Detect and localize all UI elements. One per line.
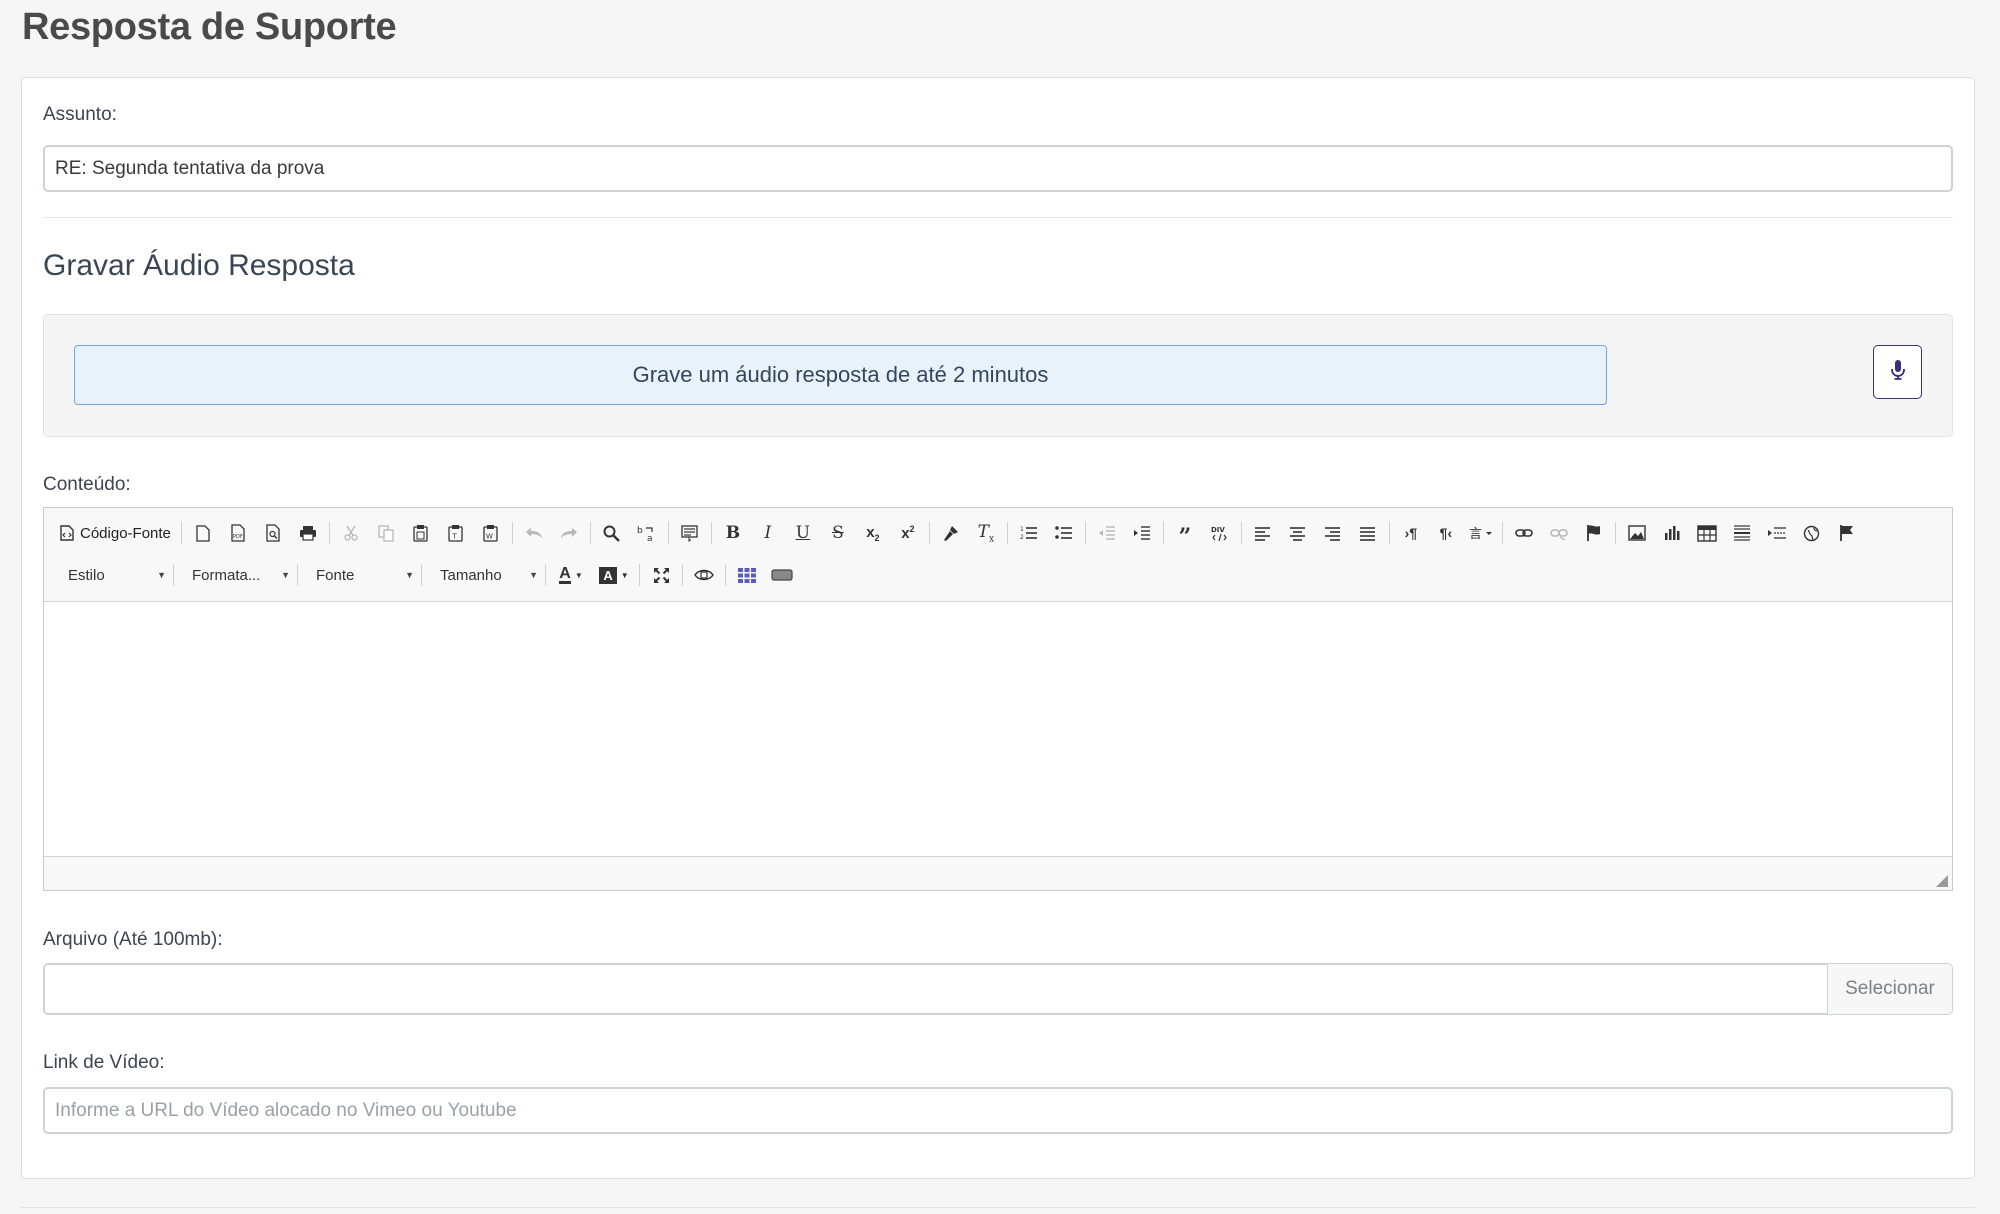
video-link-label: Link de Vídeo:: [43, 1052, 165, 1073]
section-divider: [43, 217, 1953, 218]
audio-recorder-panel: Grave um áudio resposta de até 2 minutos: [43, 314, 1953, 437]
find-icon[interactable]: [597, 518, 627, 548]
paste-icon[interactable]: [406, 518, 436, 548]
show-blocks-icon[interactable]: [689, 560, 719, 590]
align-left-icon[interactable]: [1248, 518, 1278, 548]
replace-icon[interactable]: ba: [632, 518, 662, 548]
bold-icon[interactable]: B: [718, 518, 748, 548]
caret-down-icon: ▼: [281, 570, 290, 580]
svg-text:W: W: [486, 533, 493, 541]
caret-down-icon: ▼: [405, 570, 414, 580]
print-icon[interactable]: [293, 518, 323, 548]
input-field-icon[interactable]: [767, 560, 797, 590]
source-button[interactable]: Código-Fonte: [56, 518, 175, 548]
rtl-icon[interactable]: ¶‹: [1431, 518, 1461, 548]
svg-text:PDF: PDF: [233, 534, 243, 540]
superscript-icon[interactable]: x2: [893, 518, 923, 548]
source-label: Código-Fonte: [80, 524, 171, 542]
microphone-icon: [1890, 359, 1905, 385]
table-icon[interactable]: [1692, 518, 1722, 548]
maximize-icon[interactable]: [646, 560, 676, 590]
svg-text:b: b: [637, 526, 643, 536]
language-icon[interactable]: 言: [1466, 518, 1496, 548]
editor-toolbar: Código-Fonte PDF T W ba B I U S x2 x2 Tx…: [44, 508, 1952, 602]
undo-icon[interactable]: [519, 518, 549, 548]
svg-text:2: 2: [1020, 534, 1024, 541]
support-reply-card: Assunto: RE: Segunda tentativa da prova …: [21, 77, 1975, 1179]
numbered-list-icon[interactable]: 12: [1014, 518, 1044, 548]
page-title: Resposta de Suporte: [22, 6, 397, 48]
paste-word-icon[interactable]: W: [476, 518, 506, 548]
copy-format-icon[interactable]: [936, 518, 966, 548]
caret-down-icon: ▼: [529, 570, 538, 580]
resize-handle-icon[interactable]: [1936, 874, 1948, 887]
file-label: Arquivo (Até 100mb):: [43, 929, 223, 950]
chart-icon[interactable]: [1657, 518, 1687, 548]
svg-text:a: a: [647, 534, 653, 542]
file-upload-group: Selecionar: [43, 963, 1953, 1015]
text-color-icon[interactable]: A ▼: [552, 560, 590, 590]
unlink-icon[interactable]: [1544, 518, 1574, 548]
rich-text-editor: Código-Fonte PDF T W ba B I U S x2 x2 Tx…: [43, 507, 1953, 891]
source-icon: [60, 525, 74, 541]
flag-icon[interactable]: [1832, 518, 1862, 548]
svg-text:言: 言: [1469, 527, 1482, 541]
outdent-icon[interactable]: [1092, 518, 1122, 548]
preview-icon[interactable]: [258, 518, 288, 548]
toolbar-row-1: Código-Fonte PDF T W ba B I U S x2 x2 Tx…: [56, 516, 1867, 550]
audio-info-message: Grave um áudio resposta de até 2 minutos: [74, 345, 1607, 405]
redo-icon[interactable]: [554, 518, 584, 548]
editor-content-area[interactable]: [44, 603, 1952, 856]
export-pdf-icon[interactable]: PDF: [223, 518, 253, 548]
page-footer-divider: [21, 1207, 1975, 1208]
horizontal-rule-icon[interactable]: [1727, 518, 1757, 548]
font-combo[interactable]: Fonte ▼: [304, 561, 420, 589]
paste-text-icon[interactable]: T: [441, 518, 471, 548]
link-icon[interactable]: [1509, 518, 1539, 548]
align-right-icon[interactable]: [1318, 518, 1348, 548]
editor-status-bar: [44, 856, 1952, 890]
file-path-input[interactable]: [43, 963, 1827, 1015]
iframe-icon[interactable]: [1797, 518, 1827, 548]
subject-label: Assunto:: [43, 104, 117, 125]
new-page-icon[interactable]: [188, 518, 218, 548]
size-combo[interactable]: Tamanho ▼: [428, 561, 544, 589]
svg-text:DIV: DIV: [1211, 526, 1225, 534]
anchor-icon[interactable]: [1579, 518, 1609, 548]
select-all-icon[interactable]: [675, 518, 705, 548]
page-break-icon[interactable]: [1762, 518, 1792, 548]
italic-icon[interactable]: I: [753, 518, 783, 548]
toolbar-row-2: Estilo ▼ Formata... ▼ Fonte ▼ Tamanho ▼ A ▼ A…: [56, 558, 802, 592]
remove-format-icon[interactable]: Tx: [971, 518, 1001, 548]
indent-icon[interactable]: [1127, 518, 1157, 548]
copy-icon[interactable]: [371, 518, 401, 548]
audio-section-title: Gravar Áudio Resposta: [43, 249, 355, 282]
justify-icon[interactable]: [1353, 518, 1383, 548]
blockquote-icon[interactable]: ”: [1170, 518, 1200, 548]
align-center-icon[interactable]: [1283, 518, 1313, 548]
svg-text:1: 1: [1020, 526, 1024, 533]
caret-down-icon: ▼: [157, 570, 166, 580]
record-audio-button[interactable]: [1873, 345, 1922, 399]
underline-icon[interactable]: U: [788, 518, 818, 548]
div-icon[interactable]: DIV: [1205, 518, 1235, 548]
video-url-input[interactable]: Informe a URL do Vídeo alocado no Vimeo …: [43, 1087, 1953, 1134]
select-file-button[interactable]: Selecionar: [1827, 963, 1953, 1015]
style-combo[interactable]: Estilo ▼: [56, 561, 172, 589]
svg-text:T: T: [452, 533, 458, 541]
bulleted-list-icon[interactable]: [1049, 518, 1079, 548]
background-color-icon[interactable]: A ▼: [595, 560, 633, 590]
cut-icon[interactable]: [336, 518, 366, 548]
subject-input[interactable]: RE: Segunda tentativa da prova: [43, 145, 1953, 192]
strike-icon[interactable]: S: [823, 518, 853, 548]
subscript-icon[interactable]: x2: [858, 518, 888, 548]
content-label: Conteúdo:: [43, 474, 131, 495]
grid-icon[interactable]: [732, 560, 762, 590]
image-icon[interactable]: [1622, 518, 1652, 548]
ltr-icon[interactable]: ›¶: [1396, 518, 1426, 548]
format-combo[interactable]: Formata... ▼: [180, 561, 296, 589]
